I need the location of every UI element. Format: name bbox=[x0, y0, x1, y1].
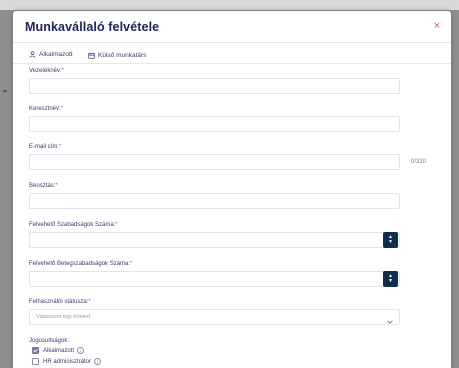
leave-days-input[interactable] bbox=[29, 232, 400, 248]
sick-days-input[interactable] bbox=[29, 271, 400, 287]
leave-days-label-text: Felvehető Szabadságok Száma: bbox=[29, 222, 116, 228]
permission-employee-row[interactable]: Alkalmazott i bbox=[32, 347, 85, 354]
lastname-input[interactable] bbox=[29, 78, 400, 94]
position-label-text: Beosztás: bbox=[29, 183, 56, 189]
modal-header: Munkavállaló felvétele × bbox=[13, 11, 451, 43]
tab-employee-label: Alkalmazott bbox=[39, 51, 73, 58]
calendar-icon bbox=[88, 52, 95, 59]
firstname-input[interactable] bbox=[29, 116, 400, 132]
account-status-label-text: Felhasználói státusza: bbox=[29, 299, 89, 305]
permission-hr-admin-row[interactable]: HR adminisztrátor i bbox=[32, 358, 102, 365]
info-icon[interactable]: i bbox=[77, 347, 85, 354]
email-input[interactable] bbox=[29, 154, 400, 170]
employee-add-modal: Munkavállaló felvétele × Alkalmazott Kül… bbox=[13, 11, 451, 368]
firstname-label-text: Keresztnév: bbox=[29, 106, 61, 112]
firstname-label: Keresztnév:* bbox=[29, 106, 63, 112]
leave-days-label: Felvehető Szabadságok Száma:* bbox=[29, 222, 118, 228]
email-char-counter: 0/320 bbox=[411, 159, 427, 165]
permission-employee-label: Alkalmazott bbox=[43, 347, 75, 354]
required-mark: * bbox=[88, 299, 91, 305]
chevron-down-icon bbox=[386, 313, 394, 324]
chevron-down-icon[interactable]: ▼ bbox=[388, 240, 393, 245]
tab-external-worker[interactable]: Külső munkatárs bbox=[88, 48, 146, 62]
leave-days-stepper[interactable]: ▲ ▼ bbox=[383, 232, 398, 248]
account-status-label: Felhasználói státusza:* bbox=[29, 299, 91, 305]
modal-title: Munkavállaló felvétele bbox=[25, 20, 160, 34]
position-input[interactable] bbox=[29, 193, 400, 209]
permission-hr-admin-label: HR adminisztrátor bbox=[43, 358, 92, 365]
info-icon[interactable]: i bbox=[94, 358, 102, 365]
tab-bar: Alkalmazott Külső munkatárs bbox=[13, 44, 451, 64]
lastname-label-text: Vezetéknév: bbox=[29, 68, 62, 74]
email-label-text: E-mail cím: bbox=[29, 144, 59, 150]
required-mark: * bbox=[115, 222, 118, 228]
lastname-label: Vezetéknév:* bbox=[29, 68, 64, 74]
permission-employee-checkbox[interactable] bbox=[32, 347, 39, 354]
required-mark: * bbox=[60, 106, 64, 112]
account-status-select[interactable]: Válasszon egy értéket bbox=[29, 309, 400, 325]
required-mark: * bbox=[130, 261, 133, 267]
account-status-placeholder: Válasszon egy értéket bbox=[36, 314, 91, 320]
email-label: E-mail cím:* bbox=[29, 144, 61, 150]
sick-days-label-text: Felvehető Betegszabadságok Száma: bbox=[29, 261, 131, 267]
user-icon bbox=[29, 51, 36, 58]
backdrop-mark bbox=[3, 90, 7, 92]
required-mark: * bbox=[61, 68, 65, 74]
required-mark: * bbox=[55, 183, 58, 189]
close-button[interactable]: × bbox=[431, 20, 443, 32]
permission-hr-admin-checkbox[interactable] bbox=[32, 358, 39, 365]
position-label: Beosztás:* bbox=[29, 183, 58, 189]
tab-external-worker-label: Külső munkatárs bbox=[98, 51, 147, 59]
tab-employee[interactable]: Alkalmazott bbox=[29, 48, 73, 62]
chevron-down-icon[interactable]: ▼ bbox=[388, 279, 393, 284]
sick-days-stepper[interactable]: ▲ ▼ bbox=[383, 271, 398, 287]
backdrop-top-bar bbox=[0, 0, 459, 10]
sick-days-label: Felvehető Betegszabadságok Száma:* bbox=[29, 261, 132, 267]
permissions-title: Jogosultságok: bbox=[29, 338, 70, 344]
required-mark: * bbox=[59, 144, 62, 150]
close-icon: × bbox=[433, 20, 441, 32]
